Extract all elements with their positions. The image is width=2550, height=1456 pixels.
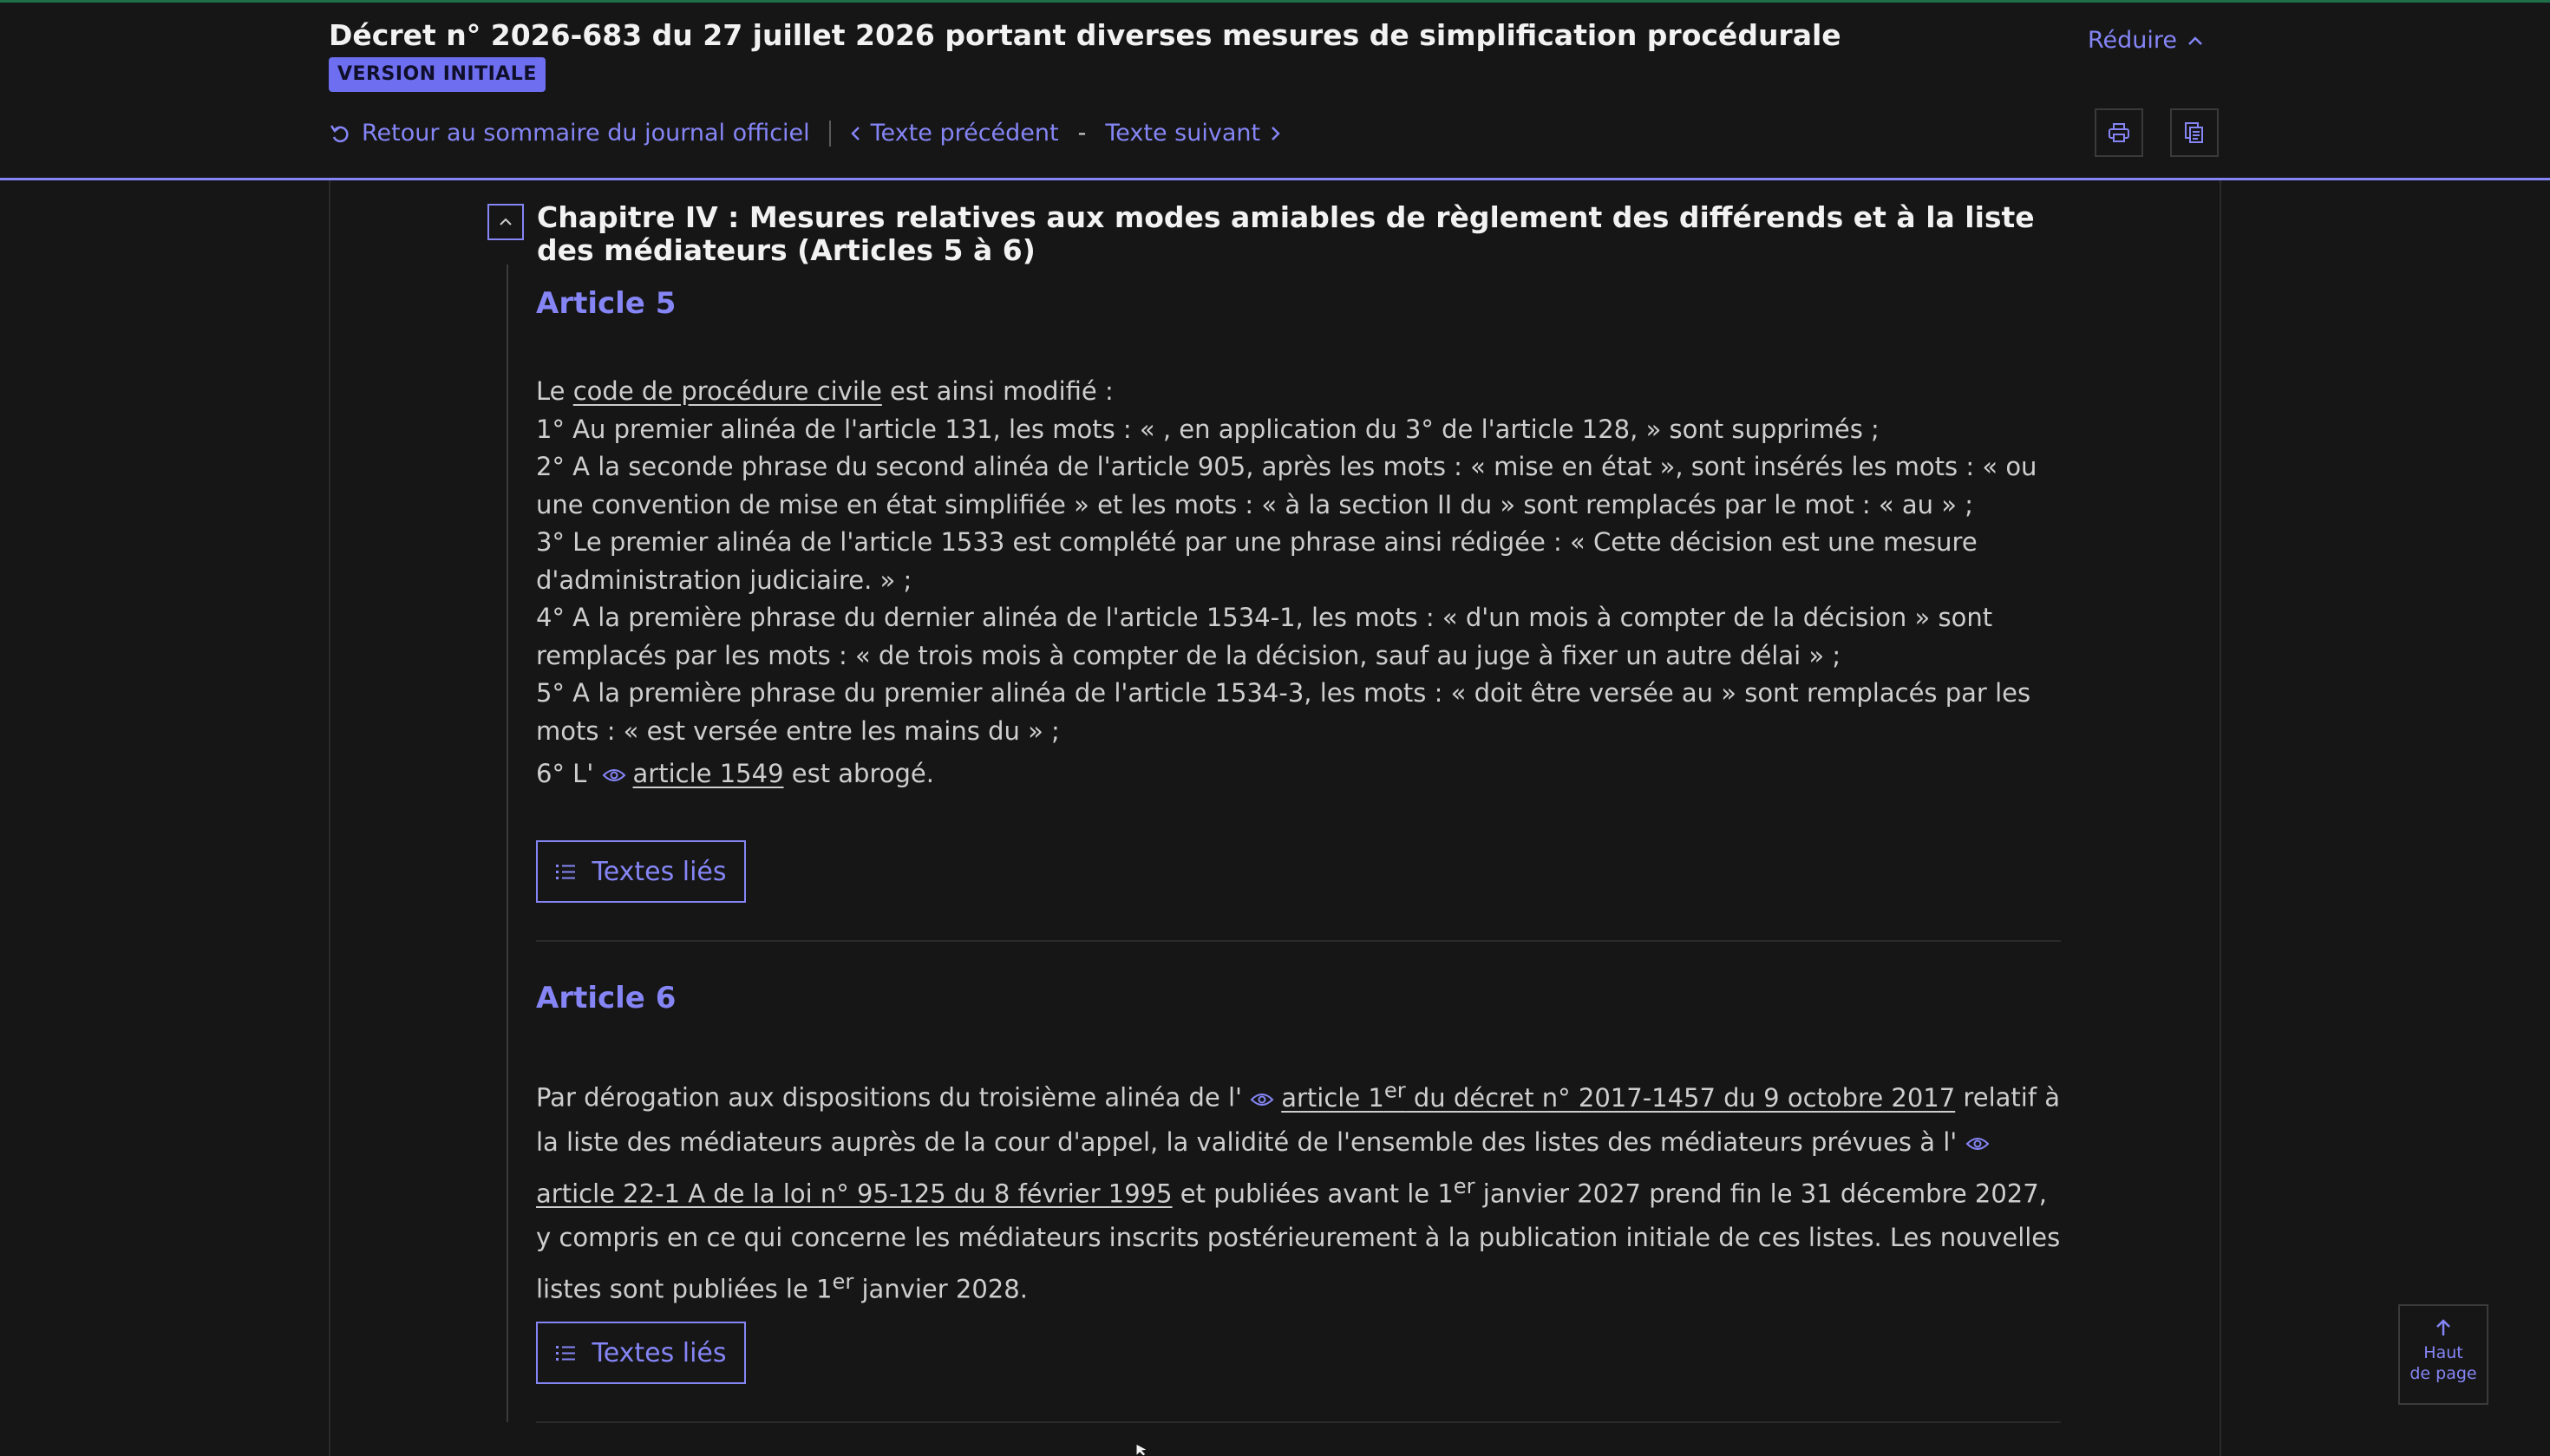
content-frame-left	[329, 180, 330, 1456]
article-5-item-5: 5° A la première phrase du premier aliné…	[536, 678, 2031, 746]
print-button[interactable]	[2095, 108, 2143, 157]
article-5-linked-texts-button[interactable]: Textes liés	[536, 840, 746, 903]
text-navigation: Retour au sommaire du journal officiel T…	[329, 120, 1281, 147]
article-5-item-1: 1° Au premier alinéa de l'article 131, l…	[536, 414, 1880, 444]
superscript: er	[832, 1270, 854, 1295]
back-to-top-button[interactable]: Haut de page	[2398, 1304, 2488, 1405]
chapter-collapse-button[interactable]	[487, 204, 524, 240]
eye-icon	[602, 769, 625, 781]
next-text-link[interactable]: Texte suivant	[1105, 120, 1281, 147]
item-6-text: 6° L'	[536, 759, 602, 788]
previous-text-label: Texte précédent	[870, 120, 1059, 147]
article-5-body: Le code de procédure civile est ainsi mo…	[536, 373, 2063, 793]
chevron-left-icon	[850, 126, 860, 140]
back-to-summary-link[interactable]: Retour au sommaire du journal officiel	[329, 120, 810, 147]
chevron-up-icon	[2188, 36, 2202, 45]
article-5-intro: Le code de procédure civile est ainsi mo…	[536, 373, 2063, 411]
article-5-item-2: 2° A la seconde phrase du second alinéa …	[536, 452, 2037, 519]
undo-arrow-icon	[330, 124, 349, 142]
article-5-item-6: 6° L' article 1549 est abrogé.	[536, 755, 2063, 793]
article-5-item-3: 3° Le premier alinéa de l'article 1533 e…	[536, 527, 1978, 595]
intro-text-end: est ainsi modifié :	[881, 376, 1114, 406]
mouse-cursor-icon	[1135, 1444, 1149, 1456]
eye-icon	[1250, 1093, 1274, 1106]
linked-texts-label: Textes liés	[592, 1337, 727, 1368]
reduce-label: Réduire	[2087, 27, 2177, 54]
reduce-button[interactable]: Réduire	[2088, 27, 2203, 54]
link-text: article 1	[1281, 1082, 1384, 1113]
next-text-label: Texte suivant	[1105, 120, 1261, 147]
nav-divider	[828, 120, 831, 147]
copy-icon	[2185, 122, 2203, 143]
chapter-title: Chapitre IV : Mesures relatives aux mode…	[537, 200, 2035, 267]
content-frame-right	[2220, 180, 2221, 1456]
article-6-text-5: janvier 2028.	[853, 1274, 1028, 1304]
article-5-item-4: 4° A la première phrase du dernier aliné…	[536, 603, 1993, 670]
back-to-top-line-1: Haut	[2423, 1343, 2463, 1362]
article-1549-link[interactable]: article 1549	[633, 759, 784, 788]
list-icon	[556, 1346, 576, 1361]
previous-text-link[interactable]: Texte précédent	[850, 120, 1059, 147]
arrow-up-icon	[2436, 1319, 2450, 1335]
article-divider	[536, 940, 2061, 942]
chevron-up-icon	[500, 218, 512, 225]
article-6-heading: Article 6	[536, 981, 677, 1015]
superscript: er	[1453, 1173, 1475, 1198]
linked-texts-label: Textes liés	[592, 856, 727, 887]
eye-icon	[1965, 1137, 1989, 1150]
article-6-paragraph: Par dérogation aux dispositions du trois…	[536, 1068, 2063, 1312]
back-to-top-line-2: de page	[2409, 1364, 2477, 1383]
loi-95-125-link[interactable]: article 22-1 A de la loi n° 95-125 du 8 …	[536, 1179, 1173, 1208]
article-5-heading: Article 5	[536, 286, 677, 321]
decret-2017-1457-link[interactable]: article 1er du décret n° 2017-1457 du 9 …	[1281, 1078, 1956, 1113]
copy-button[interactable]	[2170, 108, 2219, 157]
link-text-end: du décret n° 2017-1457 du 9 octobre 2017	[1405, 1082, 1956, 1113]
article-6-body: Par dérogation aux dispositions du trois…	[536, 1068, 2063, 1312]
document-header: Décret n° 2026-683 du 27 juillet 2026 po…	[0, 3, 2550, 180]
document-title: Décret n° 2026-683 du 27 juillet 2026 po…	[329, 18, 1841, 52]
article-divider	[536, 1421, 2061, 1423]
article-6-linked-texts-button[interactable]: Textes liés	[536, 1322, 746, 1384]
version-badge: VERSION INITIALE	[329, 57, 546, 92]
printer-icon	[2109, 123, 2129, 142]
nav-dash: -	[1077, 120, 1087, 147]
superscript: er	[1383, 1078, 1406, 1102]
intro-text: Le	[536, 376, 573, 406]
article-6-text-3: et publiées avant le 1	[1172, 1179, 1454, 1209]
list-icon	[556, 865, 576, 879]
article-6-text-1: Par dérogation aux dispositions du trois…	[536, 1082, 1251, 1113]
code-procedure-civile-link[interactable]: code de procédure civile	[573, 376, 882, 406]
back-to-summary-label: Retour au sommaire du journal officiel	[362, 120, 810, 147]
item-6-text-end: est abrogé.	[783, 759, 934, 788]
chevron-right-icon	[1272, 126, 1280, 140]
chapter-guide-line	[507, 264, 508, 1422]
